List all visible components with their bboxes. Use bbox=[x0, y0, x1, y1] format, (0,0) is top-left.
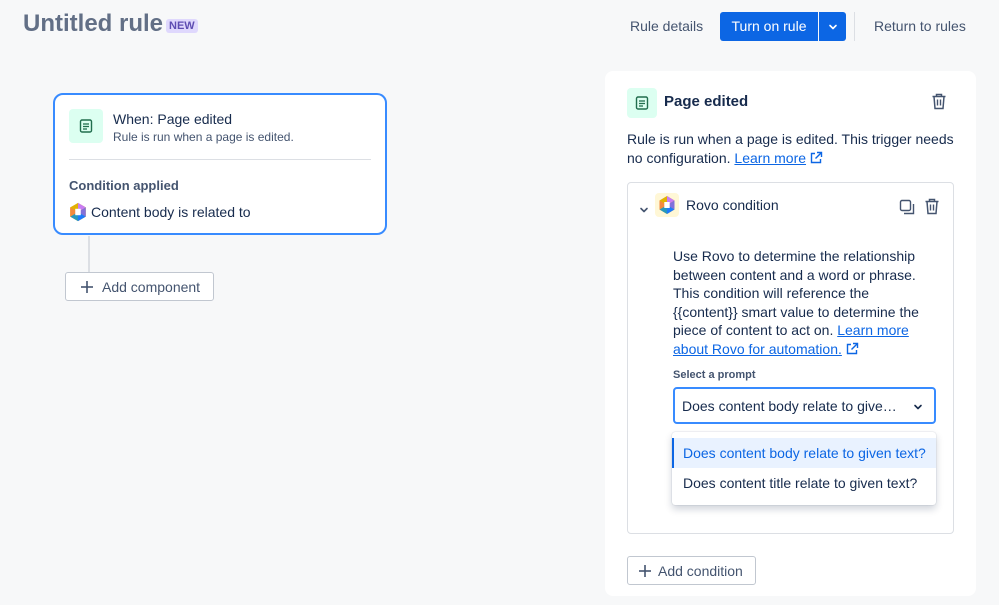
prompt-select-value: Does content body relate to given text? bbox=[682, 397, 902, 414]
prompt-option-content-title[interactable]: Does content title relate to given text? bbox=[672, 468, 936, 498]
card-divider bbox=[69, 159, 371, 160]
prompt-dropdown-menu: Does content body relate to given text? … bbox=[672, 432, 936, 505]
new-badge: NEW bbox=[166, 19, 198, 33]
panel-title: Page edited bbox=[664, 93, 749, 110]
page-icon bbox=[69, 109, 103, 143]
rovo-icon bbox=[655, 193, 679, 217]
add-condition-button[interactable]: Add condition bbox=[627, 556, 756, 585]
config-panel: Page edited Rule is run when a page is e… bbox=[605, 71, 976, 596]
condition-applied-text: Content body is related to bbox=[91, 204, 251, 220]
collapse-condition-button[interactable] bbox=[638, 203, 650, 221]
chevron-down-icon bbox=[828, 24, 837, 29]
header-divider bbox=[854, 12, 855, 41]
rovo-condition-description: Use Rovo to determine the relationship b… bbox=[673, 247, 931, 358]
rule-details-button[interactable]: Rule details bbox=[620, 12, 713, 40]
trigger-title: When: Page edited bbox=[113, 111, 233, 127]
plus-icon bbox=[639, 564, 651, 577]
add-component-button[interactable]: Add component bbox=[65, 272, 214, 301]
add-condition-label: Add condition bbox=[658, 562, 743, 579]
learn-more-link[interactable]: Learn more bbox=[734, 150, 806, 166]
flow-connector bbox=[88, 236, 90, 272]
prompt-select[interactable]: Does content body relate to given text? bbox=[673, 387, 936, 424]
rovo-icon bbox=[70, 202, 86, 222]
duplicate-condition-button[interactable] bbox=[899, 199, 915, 220]
chevron-down-icon bbox=[640, 207, 648, 213]
trigger-card[interactable]: When: Page edited Rule is run when a pag… bbox=[53, 93, 387, 235]
condition-applied-item[interactable]: Content body is related to bbox=[67, 201, 251, 223]
panel-description: Rule is run when a page is edited. This … bbox=[627, 130, 967, 168]
external-link-icon bbox=[846, 342, 859, 354]
delete-condition-button[interactable] bbox=[924, 198, 940, 220]
trigger-subtitle: Rule is run when a page is edited. bbox=[113, 130, 294, 144]
rule-title[interactable]: Untitled rule bbox=[23, 10, 163, 38]
chevron-down-icon bbox=[914, 404, 922, 410]
prompt-label: Select a prompt bbox=[673, 369, 756, 381]
turn-on-options-button[interactable] bbox=[819, 12, 846, 41]
prompt-option-content-body[interactable]: Does content body relate to given text? bbox=[672, 438, 936, 468]
trash-icon bbox=[932, 93, 946, 110]
copy-icon bbox=[899, 199, 915, 215]
delete-trigger-button[interactable] bbox=[931, 93, 947, 115]
return-to-rules-button[interactable]: Return to rules bbox=[864, 12, 976, 40]
trash-icon bbox=[925, 198, 939, 215]
condition-applied-heading: Condition applied bbox=[69, 178, 179, 193]
rovo-condition-title: Rovo condition bbox=[686, 197, 779, 213]
page-icon bbox=[627, 88, 657, 118]
turn-on-rule-button[interactable]: Turn on rule bbox=[720, 12, 818, 41]
plus-icon bbox=[81, 280, 93, 293]
add-component-label: Add component bbox=[102, 278, 201, 295]
external-link-icon bbox=[810, 151, 823, 164]
